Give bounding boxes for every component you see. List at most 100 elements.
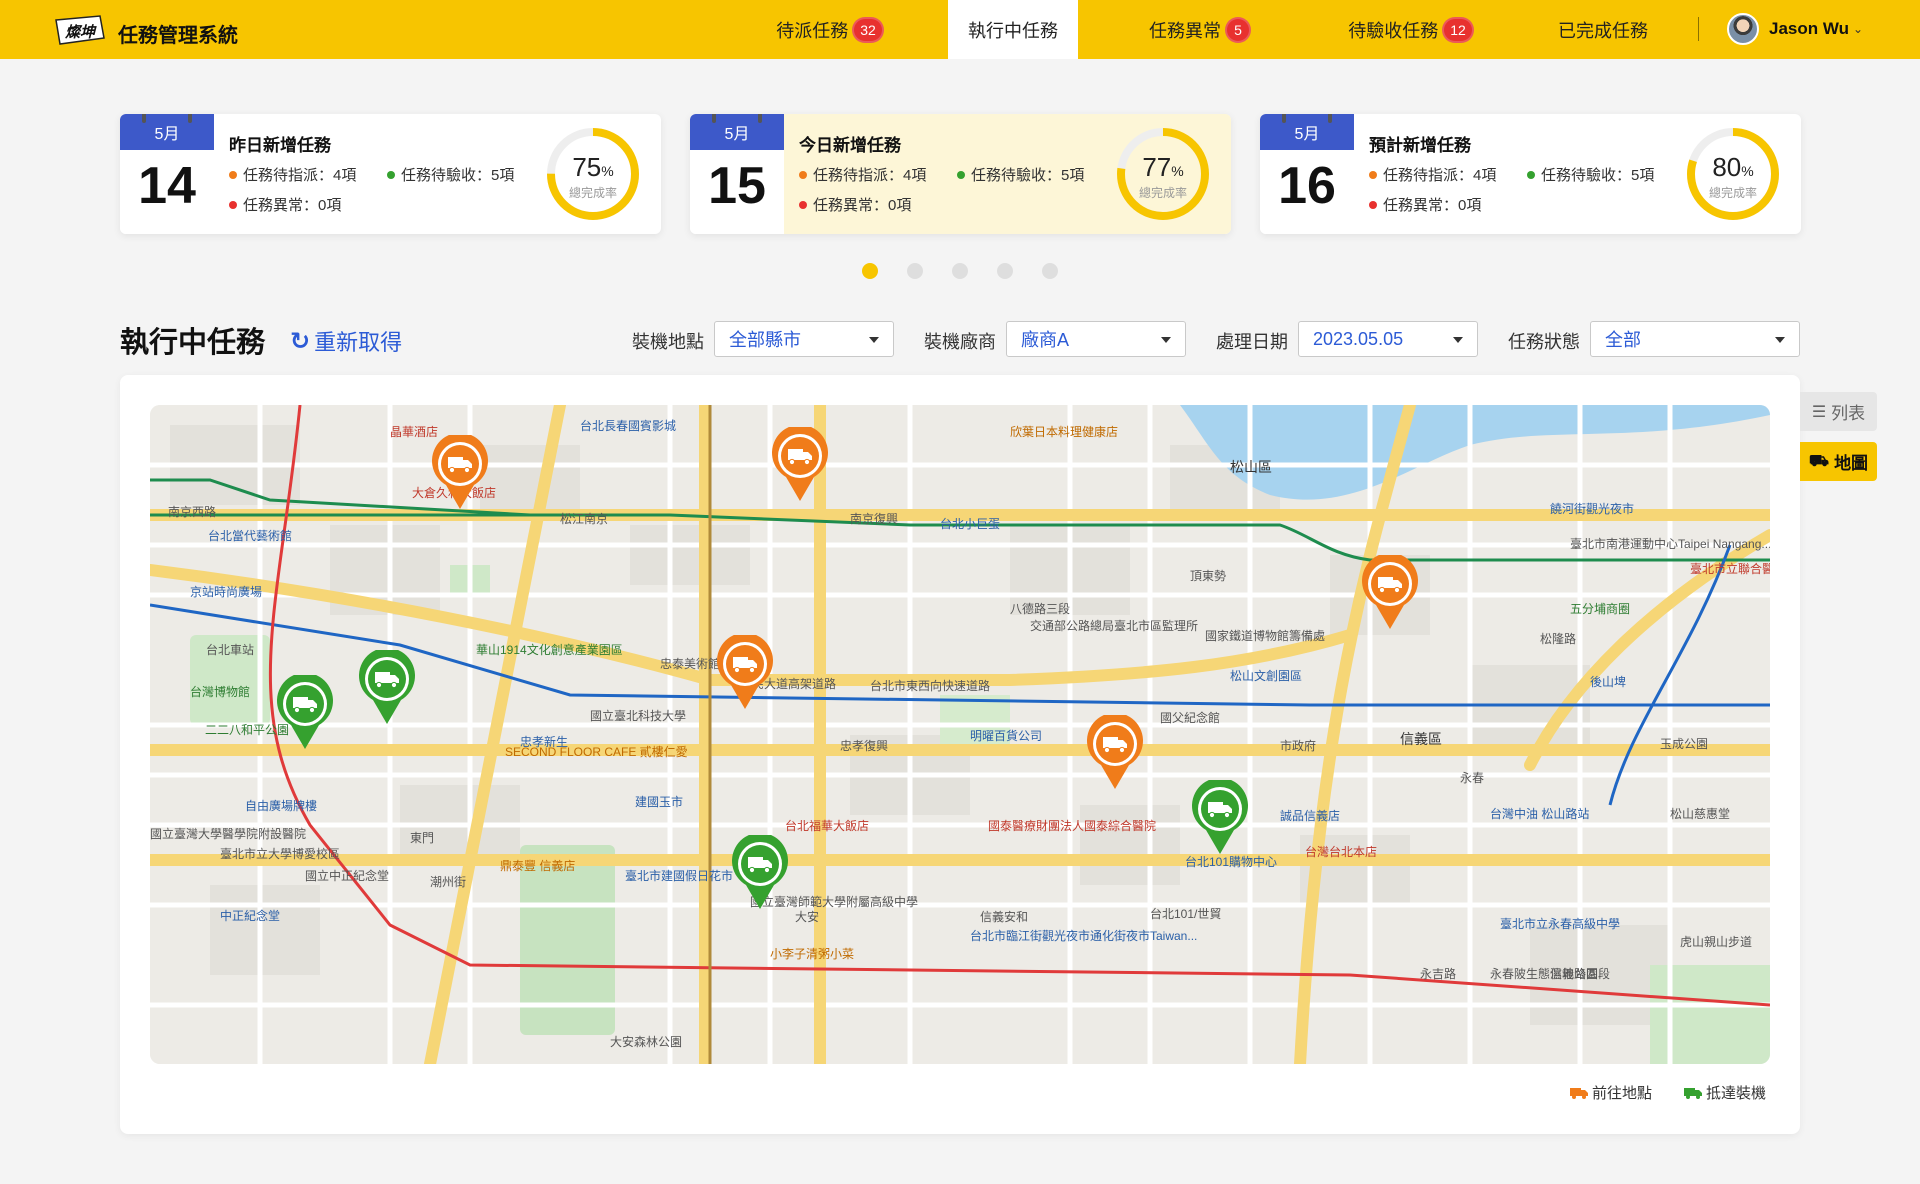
user-menu[interactable]: Jason Wu ⌄ xyxy=(1727,13,1863,45)
status-dot xyxy=(957,170,965,179)
map-place-label: 松山慈惠堂 xyxy=(1670,807,1731,821)
map-place-label: 臺北市建國假日花市 xyxy=(625,869,734,883)
map-place-label: 中正紀念堂 xyxy=(220,909,281,923)
refresh-icon: ↻ xyxy=(290,327,311,355)
carousel-pager xyxy=(862,263,1058,279)
stat-abnormal: 任務異常：0項 xyxy=(229,194,341,215)
pager-dot[interactable] xyxy=(997,263,1013,279)
stat-text: 任務待指派：4項 xyxy=(243,167,357,184)
status-dot xyxy=(229,170,237,179)
truck-icon xyxy=(1570,1087,1588,1099)
map-view-button[interactable]: ⛟ 地圖 xyxy=(1800,442,1877,481)
rate-unit: % xyxy=(1741,163,1754,179)
calendar-ring xyxy=(1282,114,1286,123)
date-select[interactable]: 2023.05.05 xyxy=(1298,321,1478,357)
select-value: 2023.05.05 xyxy=(1313,328,1404,349)
count-badge: 12 xyxy=(1442,16,1474,43)
brand-logo[interactable]: 燦坤 xyxy=(50,14,106,46)
rate-unit: % xyxy=(601,163,614,179)
map-place-label: 南京西路 xyxy=(168,505,217,519)
pager-dot[interactable] xyxy=(952,263,968,279)
list-view-button[interactable]: ☰ 列表 xyxy=(1800,392,1877,431)
tab-in-progress[interactable]: 執行中任務 xyxy=(948,0,1078,59)
completion-rate: 77% xyxy=(1115,152,1211,183)
calendar-ring xyxy=(712,114,716,123)
map-place-label: 忠泰美術館 xyxy=(660,657,721,671)
refresh-button[interactable]: ↻ 重新取得 xyxy=(290,325,402,357)
task-pin-heading[interactable] xyxy=(715,635,775,711)
pager-dot[interactable] xyxy=(907,263,923,279)
stat-pending-assign: 任務待指派：4項 xyxy=(229,164,356,185)
map-place-label: 饒河街觀光夜市 xyxy=(1550,502,1635,516)
location-select[interactable]: 全部縣市 xyxy=(714,321,894,357)
map-place-label: 大安森林公園 xyxy=(610,1035,683,1049)
select-value: 廠商A xyxy=(1021,330,1070,350)
stat-text: 任務待指派：4項 xyxy=(813,167,927,184)
task-pin-heading[interactable] xyxy=(430,435,490,511)
completion-rate: 75% xyxy=(545,152,641,183)
tab-abnormal[interactable]: 任務異常 5 xyxy=(1136,0,1264,59)
task-map[interactable]: 晶華酒店大倉久和大飯店南京西路松江南京南京復興台北小巨蛋松山區台北當代藝術館京站… xyxy=(150,405,1770,1064)
section-title: 執行中任務 xyxy=(120,327,266,359)
map-place-label: 東門 xyxy=(410,831,435,845)
tab-label: 任務異常 xyxy=(1149,20,1221,41)
map-place-label: 信義安和 xyxy=(980,910,1029,924)
avatar xyxy=(1727,13,1759,45)
caret-down-icon xyxy=(1453,337,1463,343)
stat-text: 任務異常：0項 xyxy=(243,197,342,214)
legend-arrived: 抵達裝機 xyxy=(1684,1082,1766,1103)
status-dot xyxy=(387,170,395,179)
map-place-label: 五分埔商圈 xyxy=(1570,602,1631,616)
task-pin-heading[interactable] xyxy=(1360,555,1420,631)
map-place-label: 臺北市立聯合醫院忠孝院區 xyxy=(1690,562,1770,576)
map-place-label: 頂東勢 xyxy=(1190,569,1227,583)
tab-label: 已完成任務 xyxy=(1558,20,1648,41)
status-dot xyxy=(1369,200,1377,209)
stat-card[interactable]: 5月 15 今日新增任務 任務待指派：4項 任務待驗收：5項 任務異常：0項 7… xyxy=(690,114,1231,234)
stat-card[interactable]: 5月 16 預計新增任務 任務待指派：4項 任務待驗收：5項 任務異常：0項 8… xyxy=(1260,114,1801,234)
status-dot xyxy=(1527,170,1535,179)
stat-text: 任務異常：0項 xyxy=(813,197,912,214)
status-select[interactable]: 全部 xyxy=(1590,321,1800,357)
tab-completed[interactable]: 已完成任務 xyxy=(1548,0,1658,59)
list-view-label: 列表 xyxy=(1831,404,1866,423)
truck-icon xyxy=(772,427,828,501)
map-place-label: 玉成公園 xyxy=(1660,737,1709,751)
map-place-label: 信義區 xyxy=(1400,731,1442,747)
task-pin-heading[interactable] xyxy=(1085,715,1145,791)
calendar-day: 16 xyxy=(1278,157,1336,215)
tab-pending-assign[interactable]: 待派任務 32 xyxy=(760,0,900,59)
map-place-label: 永春 xyxy=(1460,771,1485,785)
map-place-label: 松隆路 xyxy=(1540,632,1577,646)
map-place-label: 京站時尚廣場 xyxy=(190,585,263,599)
refresh-label: 重新取得 xyxy=(314,330,403,355)
completion-ring: 80% 總完成率 xyxy=(1685,126,1781,222)
map-place-label: 國立臺灣大學醫學院附設醫院 xyxy=(150,827,307,841)
task-pin-arrived[interactable] xyxy=(357,650,417,726)
vendor-select[interactable]: 廠商A xyxy=(1006,321,1186,357)
calendar-icon: 5月 15 xyxy=(690,114,784,234)
tab-pending-acceptance[interactable]: 待驗收任務 12 xyxy=(1336,0,1486,59)
task-pin-arrived[interactable] xyxy=(275,675,335,751)
map-place-label: 台灣台北本店 xyxy=(1305,845,1378,859)
completion-label: 總完成率 xyxy=(568,186,617,200)
stat-pending-accept: 任務待驗收：5項 xyxy=(387,164,514,185)
pager-dot[interactable] xyxy=(862,263,878,279)
map-place-label: 國家鐵道博物館籌備處 xyxy=(1205,629,1326,643)
task-pin-heading[interactable] xyxy=(770,427,830,503)
card-body: 預計新增任務 任務待指派：4項 任務待驗收：5項 任務異常：0項 80% 總完成… xyxy=(1354,114,1801,234)
map-place-label: 市政府 xyxy=(1280,739,1317,753)
calendar-month: 5月 xyxy=(1260,114,1354,150)
rate-unit: % xyxy=(1171,163,1184,179)
map-place-label: 臺北市立永春高級中學 xyxy=(1500,917,1621,931)
map-place-label: 台北長春國賓影城 xyxy=(580,419,677,433)
caret-down-icon xyxy=(869,337,879,343)
pager-dot[interactable] xyxy=(1042,263,1058,279)
task-pin-arrived[interactable] xyxy=(730,835,790,911)
stat-card[interactable]: 5月 14 昨日新增任務 任務待指派：4項 任務待驗收：5項 任務異常：0項 7… xyxy=(120,114,661,234)
truck-icon xyxy=(1362,555,1418,629)
task-pin-arrived[interactable] xyxy=(1190,780,1250,856)
legend-heading-label: 前往地點 xyxy=(1592,1085,1653,1102)
stat-pending-assign: 任務待指派：4項 xyxy=(1369,164,1496,185)
map-place-label: 台北車站 xyxy=(206,643,255,657)
